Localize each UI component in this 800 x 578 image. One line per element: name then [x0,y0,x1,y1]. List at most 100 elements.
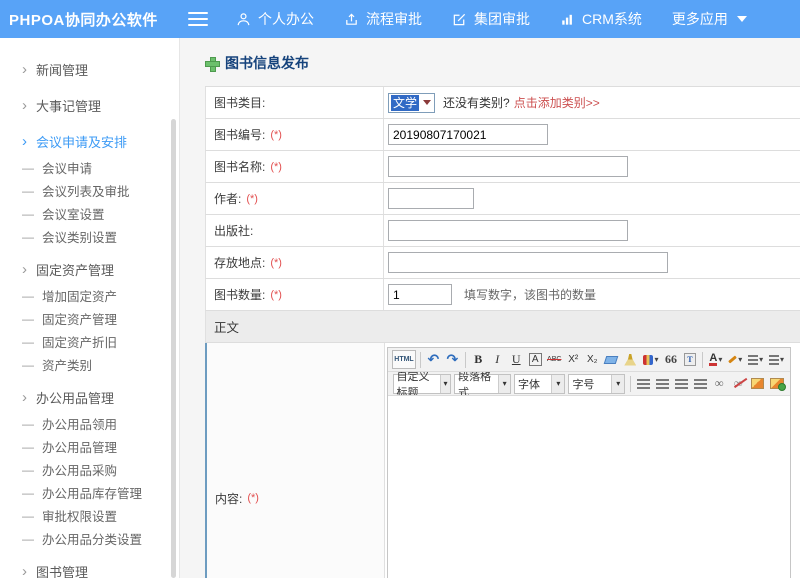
font-size-select[interactable]: 字号 [568,374,625,394]
sidebar-item-label: 资产类别 [42,355,92,374]
insert-image-icon[interactable] [749,374,767,393]
chevron-right-icon: › [22,98,27,113]
ordered-list-icon[interactable] [746,350,765,369]
row-book-name: 图书名称:(*) [205,151,800,183]
sidebar-item-meeting-list-approval[interactable]: —会议列表及审批 [0,179,179,202]
nav-item-label: 集团审批 [474,9,530,29]
row-book-number: 图书编号:(*) [205,119,800,151]
sidebar-item-supplies-category-settings[interactable]: —办公用品分类设置 [0,527,179,550]
sidebar-item-fixed-asset-management[interactable]: —固定资产管理 [0,307,179,330]
paragraph-format-select[interactable]: 段落格式 [454,374,511,394]
sidebar-item-meeting-apply-group[interactable]: ›会议申请及安排 [0,126,179,156]
sidebar-item-meeting-category-settings[interactable]: —会议类别设置 [0,225,179,248]
paste-from-word-icon[interactable] [681,350,698,369]
caret-down-icon [737,16,747,22]
sidebar-item-fixed-assets-group[interactable]: ›固定资产管理 [0,254,179,284]
sidebar-item-supplies-purchase[interactable]: —办公用品采购 [0,458,179,481]
undo-icon[interactable]: ↶ [425,350,442,369]
sidebar-item-meeting-apply[interactable]: —会议申请 [0,156,179,179]
row-book-category: 图书类目: 文学 还没有类别? 点击添加类别>> [205,87,800,119]
nav-group-approval[interactable]: 集团审批 [452,9,530,29]
sidebar-item-label: 办公用品分类设置 [42,529,142,548]
menu-toggle-icon[interactable] [188,12,208,26]
book-name-input[interactable] [388,156,628,177]
highlight-pen-icon[interactable] [726,350,744,369]
chevron-right-icon: › [22,262,27,277]
add-category-link[interactable]: 点击添加类别>> [514,94,600,111]
sidebar-item-office-supplies-group[interactable]: › 办公用品管理 [0,382,179,412]
sidebar-item-news-management[interactable]: ›新闻管理 [0,54,179,84]
superscript-button[interactable]: X² [565,350,582,369]
font-family-select[interactable]: 字体 [514,374,565,394]
category-selected-option: 文学 [391,95,419,111]
row-author: 作者: (*) [205,183,800,215]
field-label: 作者: [214,190,241,207]
custom-title-select[interactable]: 自定义标题 [393,374,452,394]
field-label: 内容: [215,490,242,507]
unordered-list-icon[interactable] [767,350,786,369]
sidebar-scrollbar[interactable] [171,119,176,578]
format-brush-icon[interactable] [622,350,639,369]
remove-link-icon[interactable]: ∞ [730,374,747,393]
underline-button[interactable]: U [508,350,525,369]
chevron-right-icon: › [22,62,27,77]
html-source-button[interactable]: HTML [392,350,416,369]
nav-personal-office[interactable]: 个人办公 [236,9,314,29]
sidebar-item-fixed-asset-depreciation[interactable]: —固定资产折旧 [0,330,179,353]
insert-link-icon[interactable]: ∞ [711,374,728,393]
location-input[interactable] [388,252,668,273]
required-marker: (*) [270,289,282,301]
edit-square-icon [452,12,467,27]
sidebar-item-supplies-management[interactable]: —办公用品管理 [0,435,179,458]
required-marker: (*) [246,193,258,205]
editor-content-area[interactable] [388,396,790,578]
caret-down-icon [611,375,624,393]
sidebar-item-supplies-inventory[interactable]: —办公用品库存管理 [0,481,179,504]
page-title: 图书信息发布 [180,38,800,86]
chevron-right-icon: › [22,134,27,149]
align-left-icon[interactable] [635,374,652,393]
nav-more-apps[interactable]: 更多应用 [672,9,747,29]
publisher-input[interactable] [388,220,628,241]
background-color-icon[interactable] [641,350,661,369]
field-label: 图书类目: [214,94,265,111]
dash-icon: — [22,510,34,522]
dash-icon: — [22,162,34,174]
align-right-icon[interactable] [673,374,690,393]
nav-crm-system[interactable]: CRM系统 [560,9,642,29]
font-color-button[interactable]: A [707,350,724,369]
upload-image-icon[interactable] [768,374,786,393]
sidebar-item-add-fixed-asset[interactable]: —增加固定资产 [0,284,179,307]
sidebar-item-label: 图书管理 [36,562,88,578]
book-form: 图书类目: 文学 还没有类别? 点击添加类别>> 图书编号:(*) 图书名称:(… [205,86,800,578]
eraser-icon[interactable] [603,350,620,369]
align-center-icon[interactable] [654,374,671,393]
category-select[interactable]: 文学 [388,93,435,113]
bold-button[interactable]: B [470,350,487,369]
book-number-input[interactable] [388,124,548,145]
field-label: 存放地点: [214,254,265,271]
blockquote-button[interactable]: 66 [662,350,679,369]
strikethrough-button[interactable]: ABC [546,350,563,369]
align-justify-icon[interactable] [692,374,709,393]
dash-icon: — [22,359,34,371]
sidebar-item-events-management[interactable]: ›大事记管理 [0,90,179,120]
sidebar-item-supplies-request[interactable]: —办公用品领用 [0,412,179,435]
sidebar-item-label: 办公用品管理 [36,388,114,407]
sidebar-item-asset-category[interactable]: — 资产类别 [0,353,179,376]
redo-icon[interactable]: ↷ [444,350,461,369]
nav-item-label: CRM系统 [582,9,642,29]
italic-button[interactable]: I [489,350,506,369]
autotypeset-button[interactable]: A [527,350,544,369]
nav-process-approval[interactable]: 流程审批 [344,9,422,29]
sidebar-item-meeting-room-settings[interactable]: —会议室设置 [0,202,179,225]
quantity-input[interactable] [388,284,452,305]
sidebar-item-approval-permission-settings[interactable]: —审批权限设置 [0,504,179,527]
author-input[interactable] [388,188,474,209]
subscript-button[interactable]: X₂ [584,350,601,369]
chevron-right-icon: › [22,390,27,405]
sidebar: ›新闻管理 ›大事记管理 ›会议申请及安排 —会议申请 —会议列表及审批 —会议… [0,38,180,578]
row-location: 存放地点:(*) [205,247,800,279]
sidebar-item-book-management-group[interactable]: ›图书管理 [0,556,179,578]
field-label: 图书名称: [214,158,265,175]
